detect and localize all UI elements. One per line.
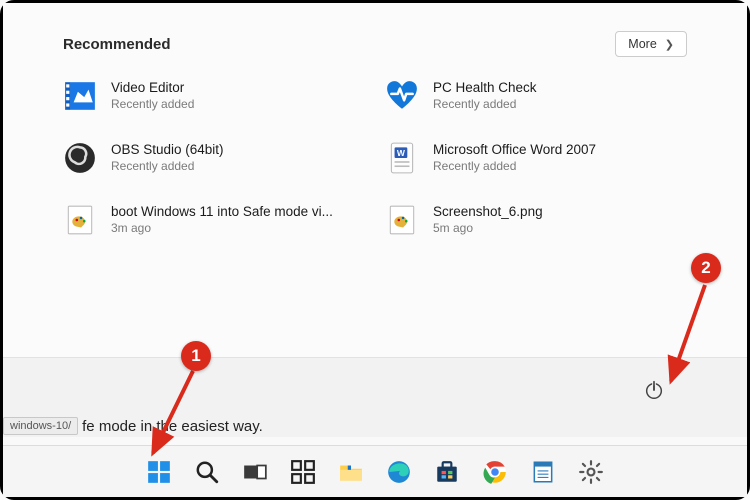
more-button[interactable]: More ❯ (615, 31, 687, 57)
taskbar-store-button[interactable] (432, 457, 462, 487)
word-icon: W (385, 141, 419, 175)
recommended-grid: Video Editor Recently added PC Health Ch… (63, 79, 687, 237)
gear-icon (578, 459, 604, 485)
item-sub: 3m ago (111, 221, 333, 236)
annotation-badge-1: 1 (181, 341, 211, 371)
recommended-heading: Recommended (63, 36, 171, 53)
taskbar-edge-button[interactable] (384, 457, 414, 487)
taskbar-chrome-button[interactable] (480, 457, 510, 487)
store-icon (434, 459, 460, 485)
item-label: Video Editor (111, 80, 194, 97)
item-label: PC Health Check (433, 80, 537, 97)
recommended-item-file-boot[interactable]: boot Windows 11 into Safe mode vi... 3m … (63, 203, 365, 237)
edge-icon (386, 459, 412, 485)
taskview-icon (242, 459, 268, 485)
obs-icon (63, 141, 97, 175)
more-button-label: More (628, 37, 656, 51)
item-sub: Recently added (433, 159, 596, 174)
chevron-right-icon: ❯ (665, 38, 674, 51)
annotation-badge-2: 2 (691, 253, 721, 283)
paint-file-icon (63, 203, 97, 237)
taskbar-explorer-button[interactable] (336, 457, 366, 487)
power-icon (643, 379, 665, 401)
widgets-icon (290, 459, 316, 485)
folder-icon (338, 459, 364, 485)
item-sub: Recently added (111, 97, 194, 112)
taskbar (3, 445, 747, 497)
annotation-arrow-2 (663, 281, 723, 391)
item-label: boot Windows 11 into Safe mode vi... (111, 204, 333, 221)
item-sub: Recently added (433, 97, 537, 112)
url-tooltip: windows-10/ (3, 417, 78, 435)
recommended-item-video-editor[interactable]: Video Editor Recently added (63, 79, 365, 113)
notepad-icon (530, 459, 556, 485)
annotation-arrow-1 (143, 363, 213, 463)
taskbar-widgets-button[interactable] (288, 457, 318, 487)
recommended-item-pc-health[interactable]: PC Health Check Recently added (385, 79, 687, 113)
power-button[interactable] (643, 379, 665, 401)
recommended-item-obs[interactable]: OBS Studio (64bit) Recently added (63, 141, 365, 175)
heart-pulse-icon (385, 79, 419, 113)
taskbar-taskview-button[interactable] (240, 457, 270, 487)
item-sub: 5m ago (433, 221, 543, 236)
taskbar-settings-button[interactable] (576, 457, 606, 487)
item-label: Screenshot_6.png (433, 204, 543, 221)
item-sub: Recently added (111, 159, 224, 174)
recommended-item-file-screenshot[interactable]: Screenshot_6.png 5m ago (385, 203, 687, 237)
svg-text:W: W (397, 148, 406, 158)
background-page-snippet: windows-10/ fe mode in the easiest way. (3, 417, 263, 435)
recommended-item-word[interactable]: W Microsoft Office Word 2007 Recently ad… (385, 141, 687, 175)
paint-file-icon (385, 203, 419, 237)
taskbar-notepad-button[interactable] (528, 457, 558, 487)
video-editor-icon (63, 79, 97, 113)
item-label: OBS Studio (64bit) (111, 142, 224, 159)
chrome-icon (482, 459, 508, 485)
item-label: Microsoft Office Word 2007 (433, 142, 596, 159)
